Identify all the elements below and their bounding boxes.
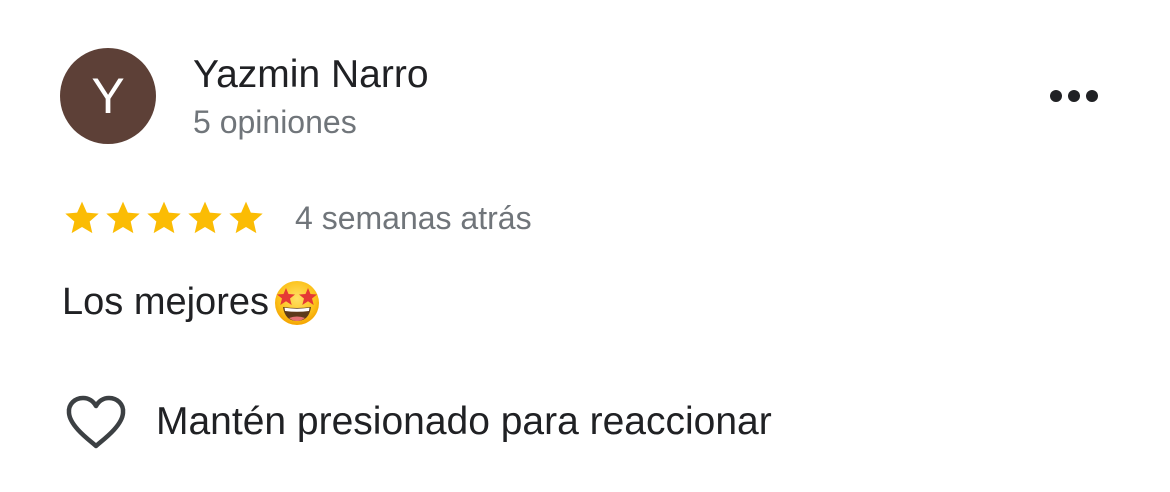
more-options-button[interactable] [1040, 76, 1108, 116]
review-text-container: Los mejores [62, 276, 323, 328]
star-icon [147, 201, 181, 234]
review-card: Y Yazmin Narro 5 opiniones 4 semanas atr… [0, 0, 1170, 492]
star-icon [106, 201, 140, 234]
react-button[interactable]: Mantén presionado para reaccionar [64, 392, 772, 452]
star-icon [188, 201, 222, 234]
star-icon [65, 201, 99, 234]
star-struck-emoji [274, 281, 319, 325]
avatar[interactable]: Y [60, 48, 156, 144]
star-icon [229, 201, 263, 234]
star-rating [62, 198, 266, 238]
avatar-initial: Y [91, 68, 125, 124]
review-text: Los mejores [62, 281, 269, 323]
rating-row: 4 semanas atrás [62, 195, 532, 241]
review-date: 4 semanas atrás [295, 200, 532, 236]
react-label: Mantén presionado para reaccionar [156, 400, 772, 443]
heart-outline-icon [66, 395, 126, 449]
author-name[interactable]: Yazmin Narro [193, 52, 429, 98]
more-horizontal-icon [1050, 90, 1098, 102]
author-review-count: 5 opiniones [193, 104, 357, 140]
